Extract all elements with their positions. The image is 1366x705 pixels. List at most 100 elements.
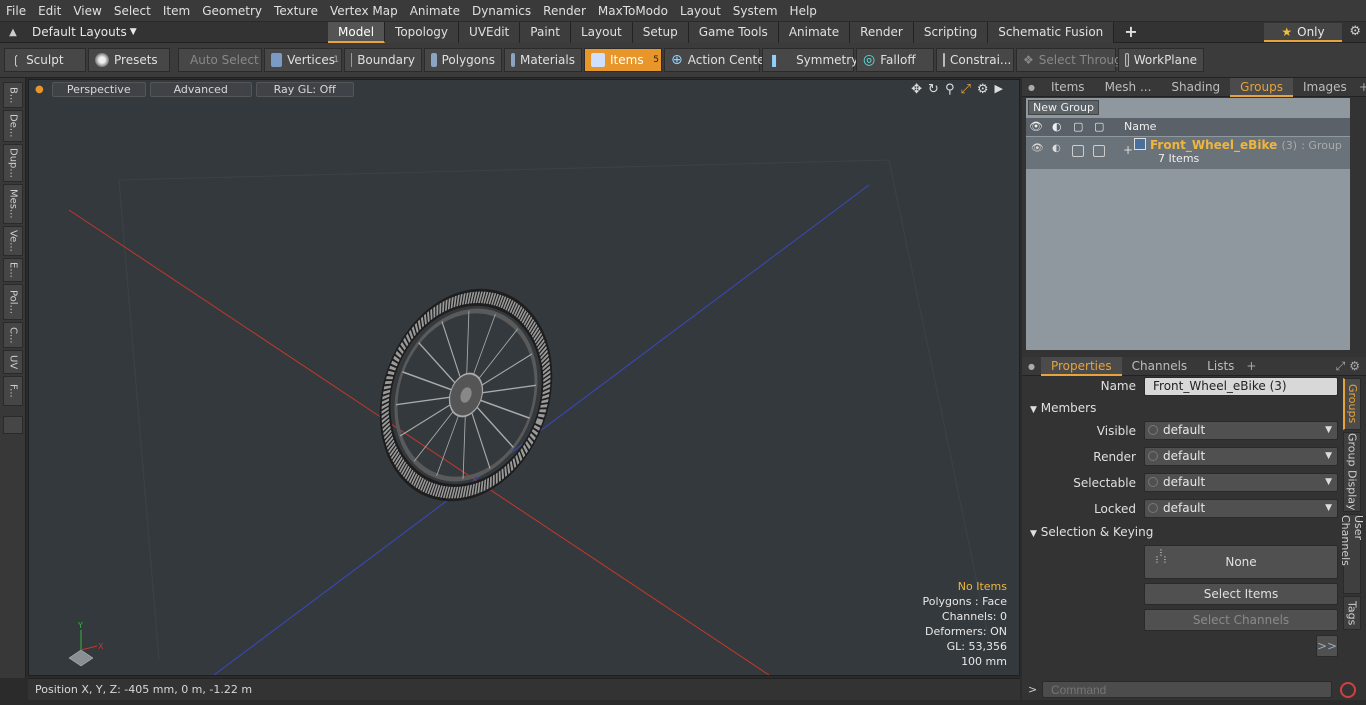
menu-view[interactable]: View [67,0,107,22]
more-button[interactable]: >> [1316,635,1338,657]
select-items-button[interactable]: Select Items [1144,583,1338,605]
row-select-checkbox[interactable] [1093,145,1105,157]
viewport-gear-icon[interactable]: ⚙ [977,82,989,97]
tab-properties[interactable]: Properties [1040,356,1122,376]
render-col-icon[interactable]: ◐ [1052,118,1062,136]
vertices-button[interactable]: Vertices 1 [264,48,342,72]
tab-lists[interactable]: Lists [1197,357,1244,376]
select-col-icon[interactable]: ▢ [1094,118,1104,136]
tab-render[interactable]: Render [850,22,914,43]
tab-images[interactable]: Images [1293,78,1357,97]
polygons-button[interactable]: Polygons [424,48,502,72]
tab-channels[interactable]: Channels [1122,357,1198,376]
move-icon[interactable]: ✥ [911,82,922,97]
menu-system[interactable]: System [727,0,784,22]
tab-schematic-fusion[interactable]: Schematic Fusion [988,22,1115,43]
render-select[interactable]: default ▼ [1144,447,1338,466]
select-channels-button[interactable]: Select Channels [1144,609,1338,631]
expand-plus-icon[interactable]: + [1123,143,1133,157]
maximize-icon[interactable]: ⤢ [960,82,970,97]
tab-uvedit[interactable]: UVEdit [459,22,521,43]
record-icon[interactable] [1340,682,1356,698]
vtab-extra[interactable] [3,416,23,434]
tab-topology[interactable]: Topology [385,22,460,43]
3d-viewport[interactable]: Y X ● Perspective Advanced Ray GL: Off ✥… [28,79,1020,676]
add-panel-tab-icon[interactable]: + [1359,80,1366,94]
selectable-select[interactable]: default ▼ [1144,473,1338,492]
add-tab-plus-icon[interactable]: + [1114,22,1147,43]
side-tab-groups[interactable]: Groups [1343,378,1361,430]
tab-scripting[interactable]: Scripting [913,22,989,43]
only-button[interactable]: ★ Only [1264,23,1342,42]
materials-button[interactable]: Materials [504,48,582,72]
tab-setup[interactable]: Setup [632,22,689,43]
tab-groups[interactable]: Groups [1230,77,1293,97]
row-lock-checkbox[interactable] [1072,145,1084,157]
falloff-button[interactable]: ◎ Falloff [856,48,934,72]
prop-dot-icon[interactable]: ● [1028,362,1035,371]
constraints-button[interactable]: Constrai... [936,48,1014,72]
tab-items[interactable]: Items [1041,78,1095,97]
symmetry-button[interactable]: ❚ Symmetry [762,48,858,72]
row-render-icon[interactable]: ◐ [1052,143,1061,154]
add-prop-tab-icon[interactable]: + [1246,359,1256,373]
tab-paint[interactable]: Paint [520,22,571,43]
gear-icon[interactable]: ⚙ [1349,24,1361,39]
vtab-de[interactable]: De... [3,110,23,142]
menu-edit[interactable]: Edit [32,0,67,22]
vtab-c[interactable]: C... [3,322,23,348]
menu-file[interactable]: File [0,0,32,22]
lock-col-icon[interactable]: ▢ [1073,118,1083,136]
menu-help[interactable]: Help [784,0,823,22]
presets-button[interactable]: Presets [88,48,170,72]
rotate-icon[interactable]: ↻ [928,82,939,97]
name-field[interactable]: Front_Wheel_eBike (3) [1144,377,1338,396]
menu-texture[interactable]: Texture [268,0,324,22]
vtab-e[interactable]: E... [3,258,23,282]
menu-select[interactable]: Select [108,0,157,22]
items-button[interactable]: Items 5 [584,48,662,72]
advanced-button[interactable]: Advanced [149,81,252,97]
members-section[interactable]: ▼ Members [1030,400,1340,416]
visible-select[interactable]: default ▼ [1144,421,1338,440]
vtab-mes[interactable]: Mes... [3,184,23,224]
side-tab-tags[interactable]: Tags [1343,596,1361,630]
perspective-button[interactable]: Perspective [51,81,146,97]
workplane-button[interactable]: WorkPlane [1118,48,1204,72]
menu-geometry[interactable]: Geometry [196,0,268,22]
boundary-button[interactable]: Boundary [344,48,422,72]
layout-arrow-icon[interactable]: ▲ [0,27,26,38]
auto-select-button[interactable]: Auto Select [178,48,262,72]
tab-shading[interactable]: Shading [1161,78,1230,97]
play-arrow-icon[interactable]: ▶ [995,82,1003,97]
side-tab-user-channels[interactable]: User Channels [1339,514,1365,594]
menu-maxtomodo[interactable]: MaxToModo [592,0,674,22]
prop-expand-icon[interactable]: ⤢ [1336,359,1346,374]
sculpt-button[interactable]: ❲ Sculpt [4,48,86,72]
panel-dot-icon[interactable]: ● [1028,83,1035,92]
tab-animate[interactable]: Animate [778,22,851,43]
viewport-dot-icon[interactable]: ● [35,84,44,95]
vtab-ve[interactable]: Ve... [3,226,23,256]
menu-animate[interactable]: Animate [404,0,466,22]
zoom-icon[interactable]: ⚲ [945,82,955,97]
select-through-button[interactable]: ❖ Select Through [1016,48,1129,72]
group-row[interactable]: 👁 ◐ + Front_Wheel_eBike (3) : Group 7 It… [1026,137,1350,169]
prop-gear-icon[interactable]: ⚙ [1349,359,1360,373]
vtab-b[interactable]: B... [3,82,23,108]
menu-dynamics[interactable]: Dynamics [466,0,537,22]
locked-select[interactable]: default ▼ [1144,499,1338,518]
ray-gl-button[interactable]: Ray GL: Off [255,81,354,97]
menu-layout[interactable]: Layout [674,0,727,22]
selection-keying-section[interactable]: ▼ Selection & Keying [1030,524,1340,540]
menu-item[interactable]: Item [157,0,196,22]
tab-game-tools[interactable]: Game Tools [688,22,779,43]
default-layouts-dropdown[interactable]: Default Layouts ▼ [26,22,143,43]
none-button[interactable]: ⋮ ⋮⋮ None [1144,545,1338,579]
tab-mesh[interactable]: Mesh ... [1095,78,1162,97]
vtab-dup[interactable]: Dup... [3,144,23,182]
new-group-button[interactable]: New Group [1028,100,1099,115]
command-input[interactable] [1042,681,1332,698]
side-tab-group-display[interactable]: Group Display [1343,432,1361,512]
tab-model[interactable]: Model [328,22,386,43]
